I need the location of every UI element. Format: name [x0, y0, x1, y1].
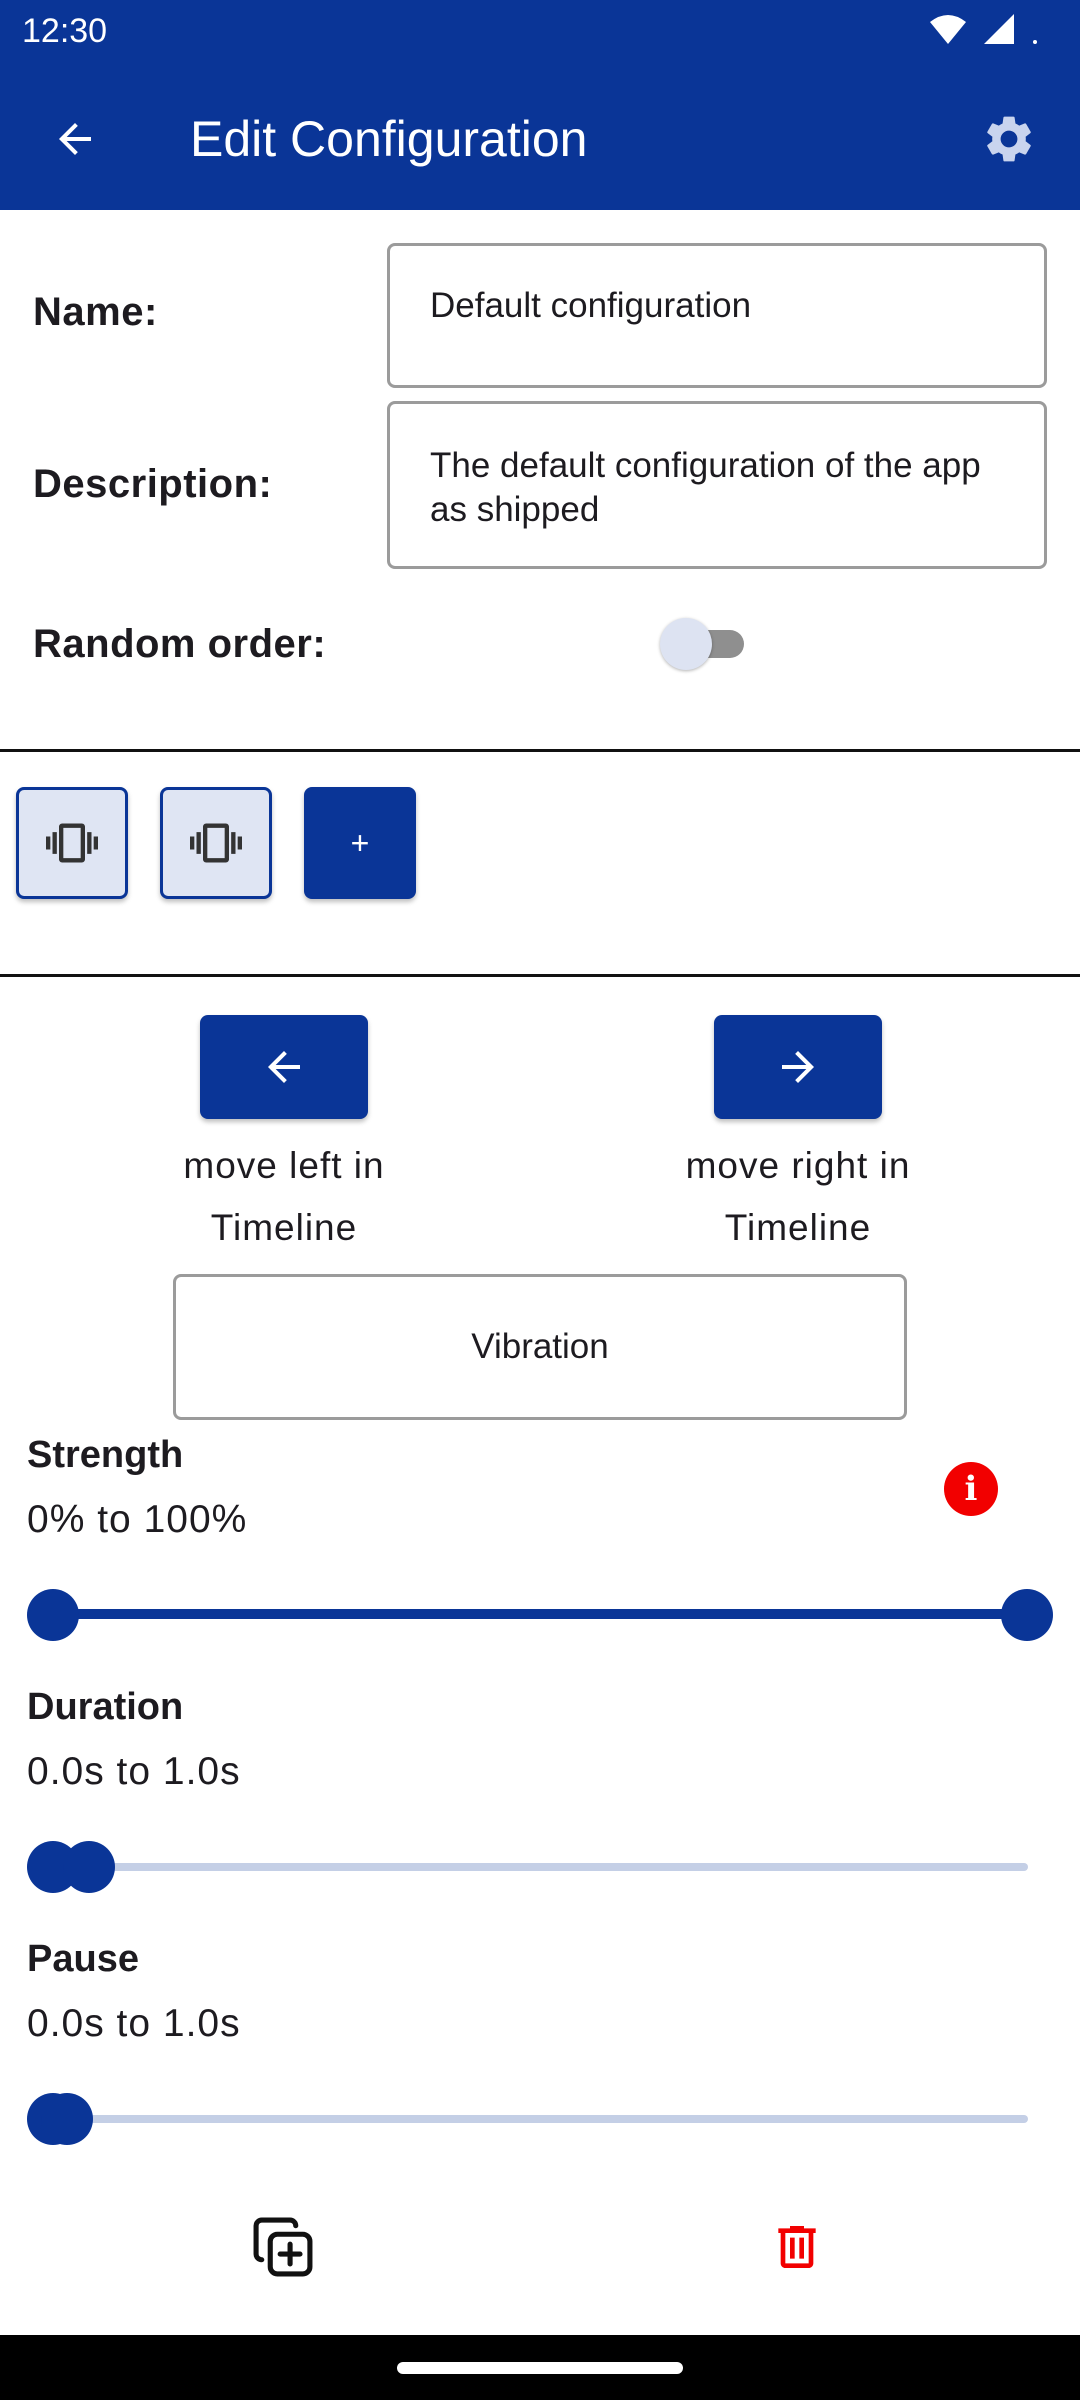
- move-right-button[interactable]: [714, 1015, 882, 1119]
- strength-range: 0% to 100%: [27, 1498, 248, 1541]
- copy-plus-icon: [253, 2217, 313, 2277]
- random-order-label: Random order:: [33, 622, 327, 666]
- signal-icon: [984, 14, 1014, 44]
- duration-title: Duration: [27, 1686, 184, 1728]
- divider-bottom: [0, 974, 1080, 977]
- page-title: Edit Configuration: [190, 111, 588, 167]
- pause-range: 0.0s to 1.0s: [27, 2002, 241, 2045]
- duration-slider[interactable]: [27, 1836, 1053, 1896]
- back-button[interactable]: [40, 104, 110, 174]
- pause-slider[interactable]: [27, 2088, 1053, 2148]
- strength-title: Strength: [27, 1434, 184, 1476]
- home-gesture-handle[interactable]: [397, 2362, 683, 2374]
- settings-button[interactable]: [974, 104, 1044, 174]
- vibration-icon: [46, 823, 98, 863]
- random-order-toggle[interactable]: [660, 618, 752, 670]
- info-icon[interactable]: i: [944, 1462, 998, 1516]
- toggle-thumb: [660, 618, 712, 670]
- divider-top: [0, 749, 1080, 752]
- move-right-label: move right in Timeline: [685, 1145, 911, 1248]
- description-field[interactable]: The default configuration of the app as …: [387, 401, 1047, 569]
- delete-button[interactable]: [762, 2212, 832, 2282]
- move-left-label: move left in Timeline: [183, 1145, 385, 1248]
- strength-slider[interactable]: [27, 1584, 1053, 1644]
- status-bar: 12:30: [0, 0, 1080, 64]
- name-field[interactable]: Default configuration: [387, 243, 1047, 388]
- move-left-button[interactable]: [200, 1015, 368, 1119]
- arrow-right-icon: [782, 1051, 814, 1083]
- name-label: Name:: [33, 290, 158, 334]
- duration-max-knob[interactable]: [63, 1841, 115, 1893]
- strength-max-knob[interactable]: [1001, 1589, 1053, 1641]
- vibration-icon: [190, 823, 242, 863]
- slider-active-track: [52, 1609, 1028, 1619]
- element-type-selector[interactable]: Vibration: [173, 1274, 907, 1420]
- strength-min-knob[interactable]: [27, 1589, 79, 1641]
- battery-dot-icon: [1033, 40, 1037, 44]
- description-label: Description:: [33, 462, 273, 506]
- gear-icon: [987, 116, 1031, 162]
- arrow-left-icon: [59, 123, 91, 155]
- duration-range: 0.0s to 1.0s: [27, 1750, 241, 1793]
- pause-max-knob[interactable]: [41, 2093, 93, 2145]
- trash-icon: [778, 2226, 816, 2268]
- status-time: 12:30: [22, 12, 108, 50]
- status-icons: [928, 12, 1040, 46]
- duplicate-button[interactable]: [248, 2212, 318, 2282]
- add-element-button[interactable]: +: [304, 787, 416, 899]
- wifi-icon: [930, 15, 966, 44]
- pause-title: Pause: [27, 1938, 139, 1980]
- timeline-tile-2[interactable]: [160, 787, 272, 899]
- timeline-tile-1[interactable]: [16, 787, 128, 899]
- system-nav-bar: [0, 2335, 1080, 2400]
- slider-track: [52, 2115, 1028, 2123]
- slider-track: [52, 1863, 1028, 1871]
- arrow-left-icon: [268, 1051, 300, 1083]
- app-bar: Edit Configuration: [0, 64, 1080, 210]
